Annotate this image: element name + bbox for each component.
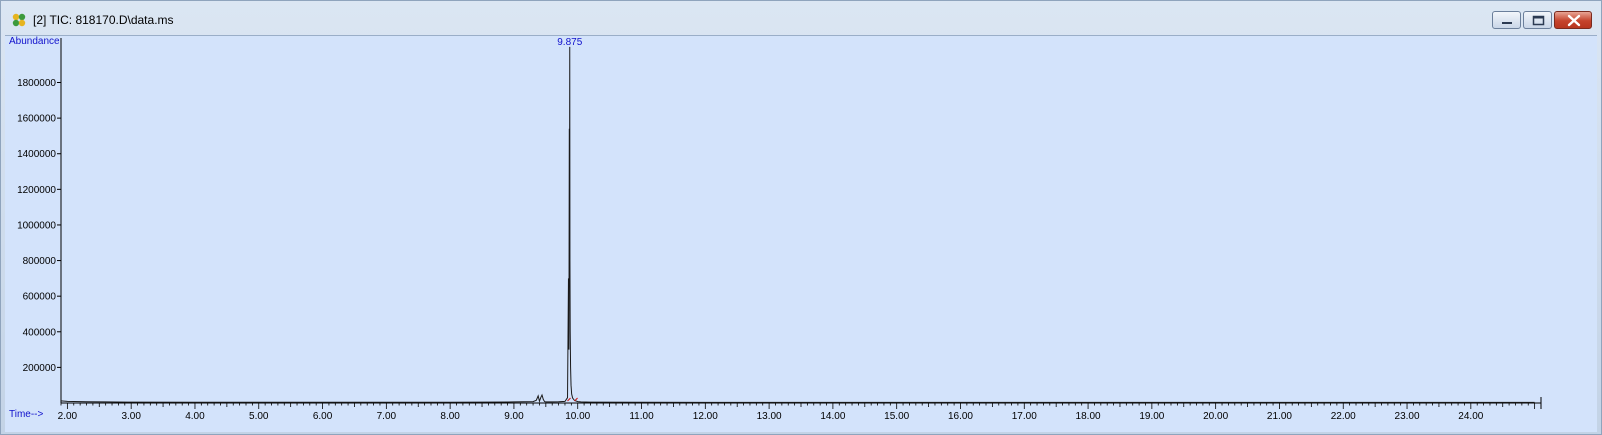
peak-label: 9.875: [557, 37, 582, 48]
x-tick-label-20: 20.00: [1203, 411, 1228, 422]
x-tick-label-11: 11.00: [629, 411, 654, 422]
x-tick-label-22: 22.00: [1331, 411, 1356, 422]
y-tick-label-1800000: 1800000: [17, 78, 56, 89]
chromatogram-chart[interactable]: Abundance Time--> 200000 400000 600000 8000…: [5, 36, 1597, 432]
y-tick-label-1200000: 1200000: [17, 185, 56, 196]
x-axis-label: Time-->: [9, 409, 44, 420]
minimize-icon: [1502, 22, 1512, 24]
y-tick-label-1600000: 1600000: [17, 114, 56, 125]
y-tick-label-200000: 200000: [23, 363, 57, 374]
minimize-button[interactable]: [1492, 11, 1521, 29]
x-tick-label-5: 5.00: [249, 411, 269, 422]
x-tick-label-14: 14.00: [820, 411, 845, 422]
maximize-icon: [1532, 15, 1545, 26]
x-tick-label-4: 4.00: [185, 411, 205, 422]
x-tick-label-24: 24.00: [1458, 411, 1483, 422]
chromatogram-app-icon: [12, 13, 26, 27]
x-tick-label-16: 16.00: [948, 411, 973, 422]
x-tick-label-21: 21.00: [1267, 411, 1292, 422]
x-tick-label-19: 19.00: [1139, 411, 1164, 422]
x-tick-label-12: 12.00: [693, 411, 718, 422]
x-tick-label-13: 13.00: [757, 411, 782, 422]
close-button[interactable]: [1554, 11, 1592, 29]
x-tick-label-7: 7.00: [377, 411, 397, 422]
x-tick-label-6: 6.00: [313, 411, 333, 422]
tic-trace[interactable]: [60, 46, 1535, 403]
close-icon: [1567, 14, 1581, 27]
baseline-marker-0: [567, 397, 571, 402]
x-tick-label-23: 23.00: [1395, 411, 1420, 422]
y-axis-label: Abundance: [9, 36, 60, 47]
y-axis-ticks: 200000 400000 600000 800000 1000000 1200000 14…: [17, 78, 61, 374]
x-axis-ticks: 2.00 3.00 4.00 5.00 6.00 7.00 8.00 9.00 10.00 11.…: [58, 397, 1542, 422]
x-tick-label-9: 9.00: [504, 411, 524, 422]
x-tick-label-17: 17.00: [1012, 411, 1037, 422]
window-title: [2] TIC: 818170.D\data.ms: [33, 13, 174, 27]
plot-area[interactable]: Abundance Time--> 200000 400000 600000 8000…: [5, 35, 1597, 432]
x-tick-label-8: 8.00: [440, 411, 460, 422]
y-tick-label-1000000: 1000000: [17, 220, 56, 231]
y-tick-label-800000: 800000: [23, 256, 57, 267]
x-tick-label-15: 15.00: [884, 411, 909, 422]
x-tick-label-3: 3.00: [121, 411, 141, 422]
peak-labels: 9.875: [557, 37, 582, 48]
x-tick-label-10: 10.00: [565, 411, 590, 422]
title-bar[interactable]: [2] TIC: 818170.D\data.ms: [1, 1, 1601, 35]
x-tick-label-18: 18.00: [1076, 411, 1101, 422]
maximize-button[interactable]: [1523, 11, 1552, 29]
x-tick-label-2: 2.00: [58, 411, 78, 422]
chromatogram-window: [2] TIC: 818170.D\data.ms Abundance Time…: [0, 0, 1602, 435]
y-tick-label-1400000: 1400000: [17, 149, 56, 160]
y-tick-label-600000: 600000: [23, 292, 57, 303]
y-tick-label-400000: 400000: [23, 327, 57, 338]
